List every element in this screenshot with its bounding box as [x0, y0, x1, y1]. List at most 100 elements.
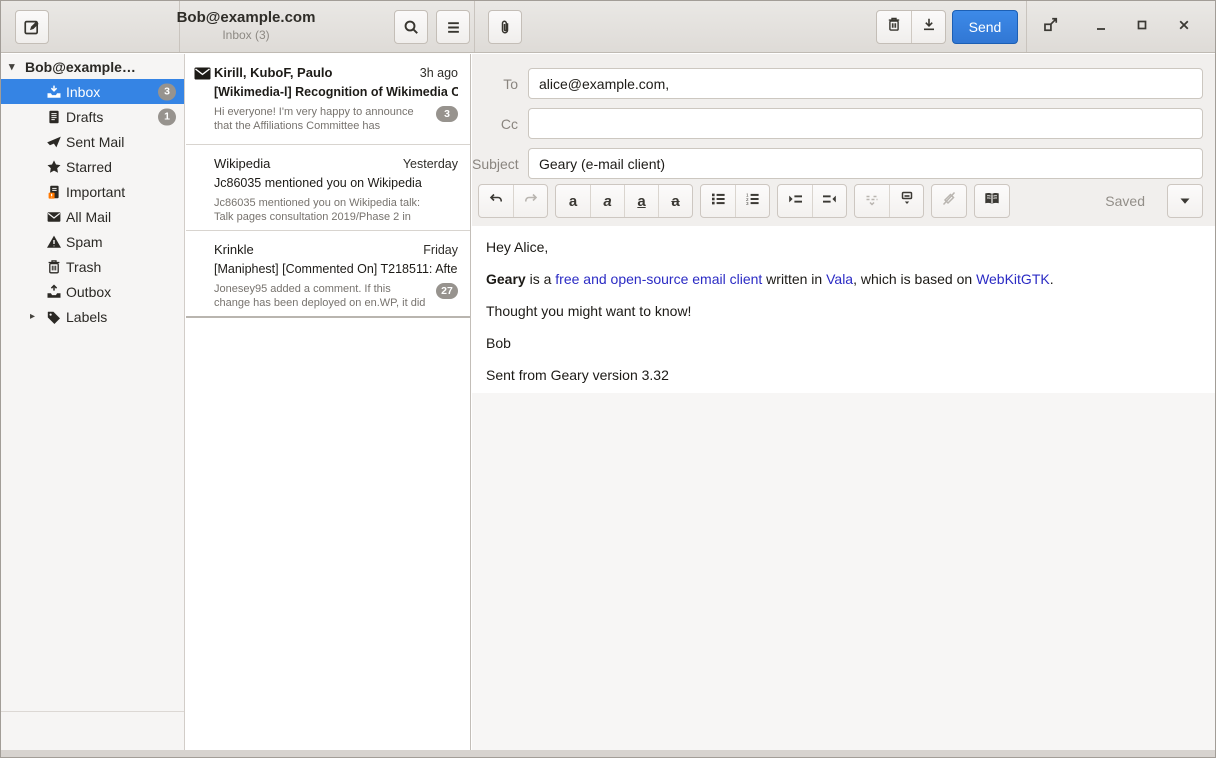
account-label: Bob@example…	[25, 59, 136, 75]
sidebar-item-important[interactable]: Important	[1, 179, 184, 204]
account-row[interactable]: ▾ Bob@example…	[1, 54, 184, 79]
conversation-subject: [Maniphest] [Commented On] T218511: Afte…	[214, 262, 458, 276]
italic-button[interactable]: a	[590, 185, 624, 217]
sidebar-item-outbox[interactable]: Outbox	[1, 279, 184, 304]
redo-button[interactable]	[513, 185, 547, 217]
strikethrough-button[interactable]: a	[658, 185, 692, 217]
sidebar-item-label: Starred	[66, 159, 112, 175]
strikethrough-icon: a	[671, 194, 679, 209]
attach-file-button[interactable]	[488, 10, 522, 44]
close-button[interactable]	[1167, 10, 1201, 44]
undo-redo-group	[478, 184, 548, 218]
svg-text:3: 3	[746, 201, 749, 206]
redo-icon	[523, 192, 539, 211]
all-mail-icon	[46, 209, 63, 225]
sidebar-item-label: Important	[66, 184, 125, 200]
save-draft-icon	[921, 16, 937, 38]
sidebar-item-inbox[interactable]: Inbox 3	[1, 79, 184, 104]
body-paragraph: Hey Alice,	[486, 238, 1201, 257]
subject-label: Subject	[472, 156, 528, 172]
window-title: Bob@example.com	[151, 8, 341, 28]
conversation-date: Yesterday	[403, 157, 458, 171]
list-end-separator	[186, 316, 470, 318]
sidebar-item-starred[interactable]: Starred	[1, 154, 184, 179]
body-paragraph: Bob	[486, 334, 1201, 353]
menu-icon	[446, 21, 461, 34]
numbered-list-button[interactable]: 123	[735, 185, 769, 217]
indent-less-button[interactable]	[812, 185, 846, 217]
important-icon	[46, 184, 63, 200]
link-vala[interactable]: Vala	[826, 271, 853, 287]
conversation-date: Friday	[423, 243, 458, 257]
sidebar-item-all-mail[interactable]: All Mail	[1, 204, 184, 229]
conversation-subject: [Wikimedia-l] Recognition of Wikimedia C…	[214, 85, 458, 99]
sidebar-item-drafts[interactable]: Drafts 1	[1, 104, 184, 129]
sidebar-item-sent[interactable]: Sent Mail	[1, 129, 184, 154]
labels-icon	[46, 309, 63, 325]
minimize-button[interactable]	[1084, 10, 1118, 44]
conversation-item[interactable]: Wikipedia Yesterday Jc86035 mentioned yo…	[186, 144, 470, 230]
font-icon	[864, 192, 880, 211]
undo-button[interactable]	[479, 185, 513, 217]
bulleted-list-button[interactable]	[701, 185, 735, 217]
headerbar: Bob@example.com Inbox (3)	[1, 1, 1215, 53]
detach-icon	[1042, 16, 1059, 38]
inbox-count-badge: 3	[158, 83, 176, 100]
compose-button[interactable]	[15, 10, 49, 44]
open-book-button[interactable]	[975, 185, 1009, 217]
discard-draft-button[interactable]	[877, 11, 911, 43]
sidebar-item-spam[interactable]: Spam	[1, 229, 184, 254]
search-button[interactable]	[394, 10, 428, 44]
drafts-icon	[46, 109, 63, 125]
cc-label: Cc	[472, 116, 528, 132]
composer-body-editor[interactable]: Hey Alice, Geary is a free and open-sour…	[472, 226, 1215, 393]
bold-button[interactable]: a	[556, 185, 590, 217]
more-options-button[interactable]	[1168, 185, 1202, 217]
sidebar-item-label: Trash	[66, 259, 101, 275]
sidebar-item-label: Outbox	[66, 284, 111, 300]
attach-icon	[497, 18, 513, 36]
window-bottom-edge	[1, 750, 1215, 757]
maximize-button[interactable]	[1125, 10, 1159, 44]
bulleted-list-icon	[711, 192, 726, 211]
send-button[interactable]: Send	[952, 10, 1018, 44]
account-expander-icon[interactable]: ▾	[9, 60, 25, 73]
conversation-item[interactable]: Krinkle Friday [Maniphest] [Commented On…	[186, 230, 470, 316]
main-menu-button[interactable]	[436, 10, 470, 44]
labels-expander-icon[interactable]: ▸	[30, 311, 35, 322]
remove-formatting-icon	[941, 191, 957, 211]
indent-less-icon	[822, 192, 837, 210]
sidebar-item-label: All Mail	[66, 209, 111, 225]
conversation-preview: Jonesey95 added a comment. If this chang…	[214, 283, 426, 311]
search-icon	[403, 19, 420, 36]
body-paragraph: Geary is a free and open-source email cl…	[486, 270, 1201, 289]
folder-sidebar: ▾ Bob@example… Inbox 3 Drafts 1 Sent Mai…	[1, 54, 185, 750]
indent-more-button[interactable]	[778, 185, 812, 217]
sidebar-item-labels[interactable]: ▸ Labels	[1, 304, 184, 329]
save-draft-button[interactable]	[911, 11, 945, 43]
link-free-open-source[interactable]: free and open-source email client	[555, 271, 762, 287]
sidebar-item-label: Sent Mail	[66, 134, 124, 150]
draft-saved-status: Saved	[1105, 193, 1145, 209]
numbered-list-icon: 123	[745, 192, 760, 211]
cc-field[interactable]	[528, 108, 1203, 139]
spam-icon	[46, 234, 63, 250]
conversation-item[interactable]: Kirill, KuboF, Paulo 3h ago [Wikimedia-l…	[186, 54, 470, 144]
conversation-count-badge: 3	[436, 106, 458, 122]
link-webkitgtk[interactable]: WebKitGTK	[976, 271, 1050, 287]
detach-composer-button[interactable]	[1033, 10, 1067, 44]
sidebar-item-label: Inbox	[66, 84, 100, 100]
outbox-icon	[46, 284, 63, 300]
font-color-button[interactable]	[889, 185, 923, 217]
font-button[interactable]	[855, 185, 889, 217]
subject-field[interactable]	[528, 148, 1203, 179]
conversation-list: Kirill, KuboF, Paulo 3h ago [Wikimedia-l…	[186, 54, 471, 750]
sidebar-item-trash[interactable]: Trash	[1, 254, 184, 279]
conversation-count-badge: 27	[436, 283, 458, 299]
conversation-date: 3h ago	[420, 66, 458, 80]
to-field[interactable]	[528, 68, 1203, 99]
remove-formatting-button[interactable]	[932, 185, 966, 217]
underline-button[interactable]: a	[624, 185, 658, 217]
close-icon	[1177, 18, 1191, 37]
font-color-group	[854, 184, 924, 218]
